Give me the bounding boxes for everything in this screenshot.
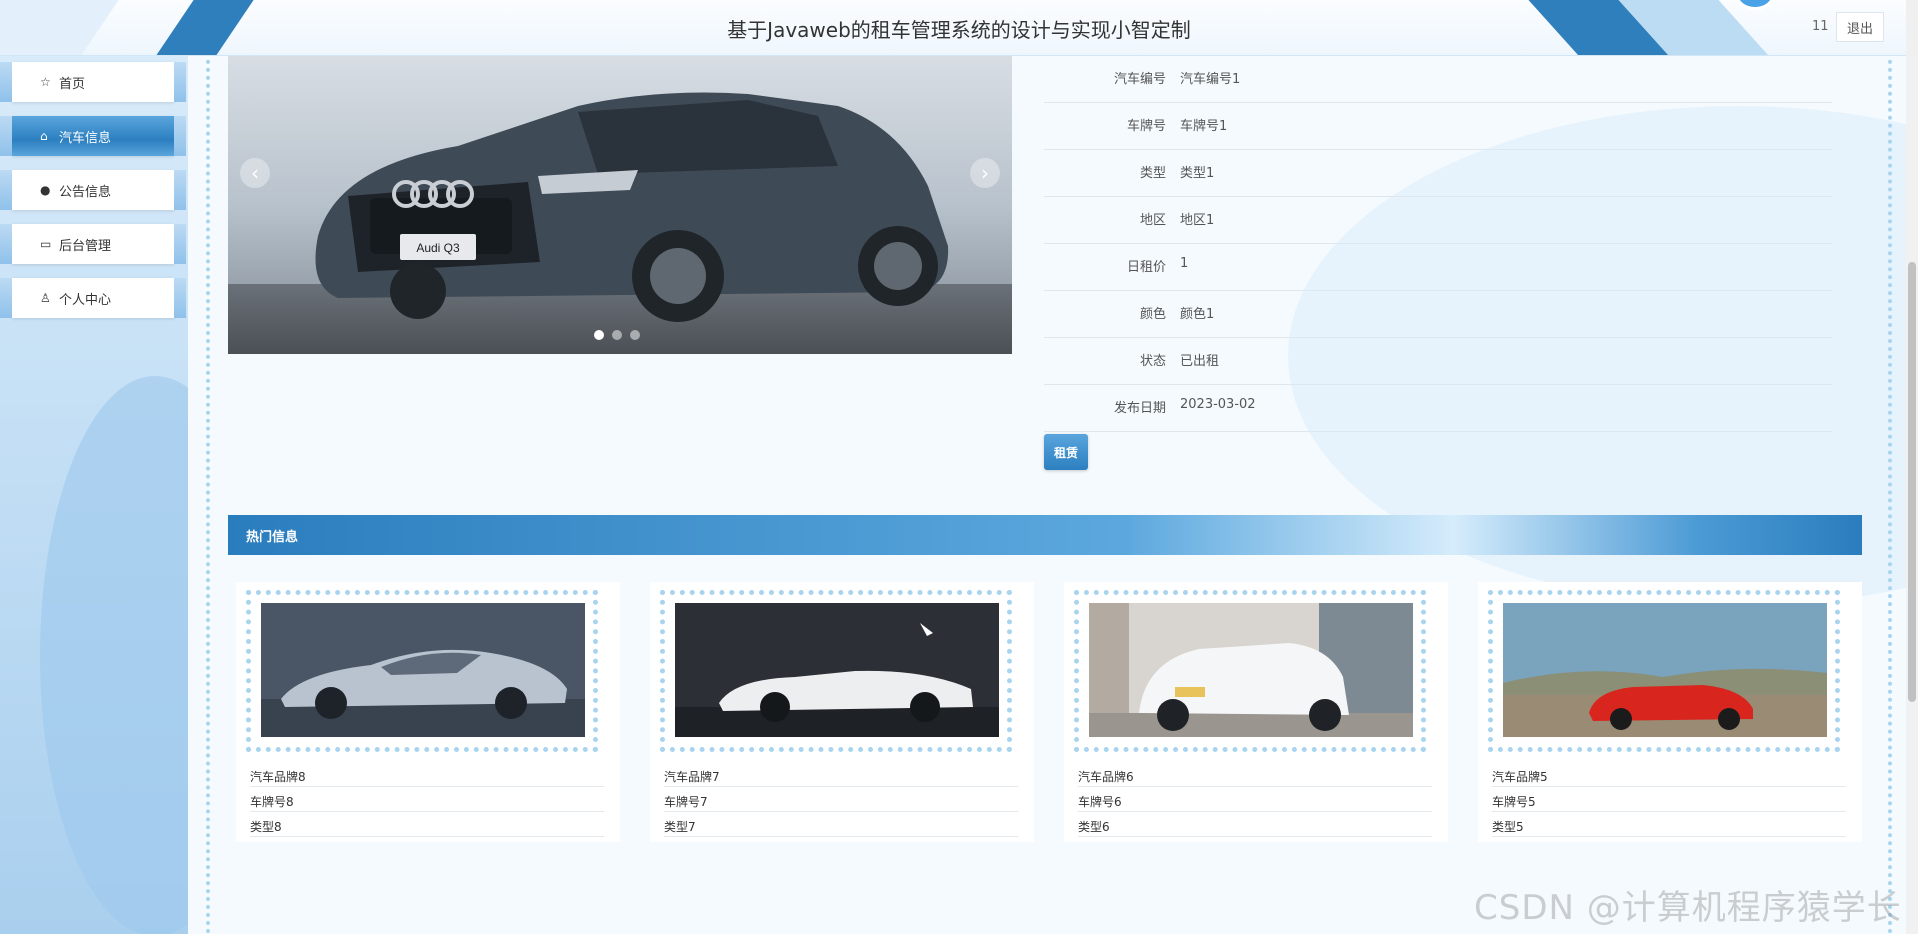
card-brand: 汽车品牌8 <box>250 762 604 787</box>
car-thumbnail[interactable] <box>675 603 999 737</box>
car-image-audi-q3: Audi Q3 <box>315 92 949 322</box>
carousel-dot[interactable] <box>612 330 622 340</box>
sidebar-item-home[interactable]: ☆ 首页 <box>0 62 186 102</box>
card-brand: 汽车品牌7 <box>664 762 1018 787</box>
home-icon: ⌂ <box>40 129 48 143</box>
detail-label: 状态 <box>1139 354 1166 369</box>
hot-info-title: 热门信息 <box>246 530 299 545</box>
detail-row: 类型 类型1 <box>1044 150 1832 197</box>
carousel-dot[interactable] <box>630 330 640 340</box>
card-plate: 车牌号6 <box>1078 787 1432 812</box>
detail-label: 汽车编号 <box>1113 72 1166 87</box>
car-badge: Audi Q3 <box>416 241 460 255</box>
top-header: 基于Javaweb的租车管理系统的设计与实现小智定制 11 退出 <box>0 0 1918 56</box>
sidebar-item-label: 公告信息 <box>59 184 112 200</box>
sidebar-item-label: 个人中心 <box>59 292 112 308</box>
detail-label: 日租价 <box>1126 260 1166 275</box>
detail-row: 汽车编号 汽车编号1 <box>1044 56 1832 103</box>
sidebar-item-profile[interactable]: ♙ 个人中心 <box>0 278 186 318</box>
site-title: 基于Javaweb的租车管理系统的设计与实现小智定制 <box>727 18 1191 42</box>
sidebar-decoration <box>40 376 188 934</box>
card-plate: 车牌号7 <box>664 787 1018 812</box>
image-carousel[interactable]: Audi Q3 ‹ › <box>228 56 1012 354</box>
detail-row: 日租价 1 <box>1044 244 1832 291</box>
detail-value: 车牌号1 <box>1180 119 1228 134</box>
carousel-prev-button[interactable]: ‹ <box>240 158 270 188</box>
user-icon: ♙ <box>40 291 51 305</box>
sidebar-item-admin[interactable]: ▭ 后台管理 <box>0 224 186 264</box>
sidebar-item-label: 首页 <box>59 76 86 92</box>
detail-label: 车牌号 <box>1126 119 1166 134</box>
header-avatar[interactable] <box>1735 0 1775 10</box>
car-thumbnail[interactable] <box>1089 603 1413 737</box>
card-type: 类型5 <box>1492 812 1846 837</box>
car-thumbnail[interactable] <box>261 603 585 737</box>
card-type: 类型7 <box>664 812 1018 837</box>
sidebar-item-car-info[interactable]: ⌂ 汽车信息 <box>0 116 186 156</box>
detail-row: 状态 已出租 <box>1044 338 1832 385</box>
detail-row: 车牌号 车牌号1 <box>1044 103 1832 150</box>
hot-car-card[interactable]: 汽车品牌8 车牌号8 类型8 <box>236 582 620 842</box>
card-type: 类型6 <box>1078 812 1432 837</box>
detail-row: 发布日期 2023-03-02 <box>1044 385 1832 432</box>
star-icon: ☆ <box>40 75 51 89</box>
car-thumbnail[interactable] <box>1503 603 1827 737</box>
rent-button[interactable]: 租赁 <box>1044 434 1088 470</box>
card-brand: 汽车品牌6 <box>1078 762 1432 787</box>
sidebar-item-label: 汽车信息 <box>59 130 112 146</box>
page-scrollbar[interactable] <box>1906 56 1918 934</box>
detail-value: 2023-03-02 <box>1180 397 1256 412</box>
card-plate: 车牌号5 <box>1492 787 1846 812</box>
hot-car-card[interactable]: 汽车品牌6 车牌号6 类型6 <box>1064 582 1448 842</box>
detail-value: 已出租 <box>1180 354 1220 369</box>
detail-label: 颜色 <box>1139 307 1166 322</box>
info-icon: ● <box>40 183 51 197</box>
detail-row: 颜色 颜色1 <box>1044 291 1832 338</box>
detail-label: 类型 <box>1139 166 1166 181</box>
detail-row: 地区 地区1 <box>1044 197 1832 244</box>
carousel-dot[interactable] <box>594 330 604 340</box>
detail-value: 地区1 <box>1180 213 1215 228</box>
card-plate: 车牌号8 <box>250 787 604 812</box>
user-id-label: 11 <box>1812 19 1829 34</box>
detail-label: 发布日期 <box>1113 401 1166 416</box>
scrollbar-track-top <box>1906 0 1918 56</box>
watermark-text: CSDN @计算机程序猿学长 <box>1474 888 1902 928</box>
card-brand: 汽车品牌5 <box>1492 762 1846 787</box>
hot-car-card[interactable]: 汽车品牌5 车牌号5 类型5 <box>1478 582 1862 842</box>
briefcase-icon: ▭ <box>40 237 52 251</box>
detail-value: 1 <box>1180 256 1189 271</box>
sidebar: ☆ 首页 ⌂ 汽车信息 ● 公告信息 ▭ 后台管理 ♙ 个人中心 <box>0 56 188 934</box>
main-content: Audi Q3 ‹ › 汽车编号 汽车编号1 车牌号 车牌号1 类型 类型1 地… <box>188 56 1906 934</box>
sidebar-item-announcements[interactable]: ● 公告信息 <box>0 170 186 210</box>
logout-button[interactable]: 退出 <box>1836 12 1884 42</box>
carousel-indicators <box>594 330 640 340</box>
card-type: 类型8 <box>250 812 604 837</box>
detail-value: 类型1 <box>1180 166 1215 181</box>
scrollbar-thumb[interactable] <box>1908 262 1916 702</box>
detail-label: 地区 <box>1139 213 1166 228</box>
sidebar-item-label: 后台管理 <box>59 238 112 254</box>
detail-value: 颜色1 <box>1180 307 1215 322</box>
carousel-next-button[interactable]: › <box>970 158 1000 188</box>
hot-car-card[interactable]: 汽车品牌7 车牌号7 类型7 <box>650 582 1034 842</box>
hot-info-header: 热门信息 <box>228 515 1862 555</box>
detail-value: 汽车编号1 <box>1180 72 1241 87</box>
